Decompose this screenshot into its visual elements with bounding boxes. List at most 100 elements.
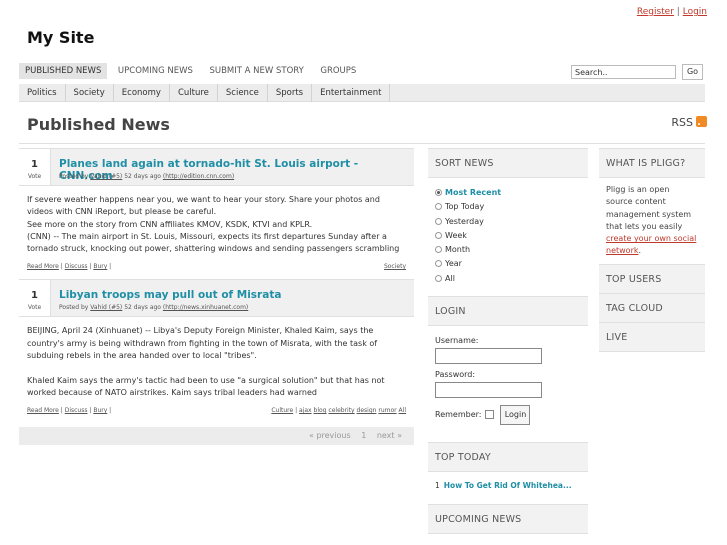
right-sidebar: WHAT IS PLIGG? Pligg is an open source c… (599, 148, 705, 352)
sort-most-recent[interactable]: Most Recent (435, 186, 581, 200)
previous-page-link[interactable]: « previous (309, 431, 351, 440)
login-button[interactable]: Login (500, 404, 531, 425)
next-page-link[interactable]: next » (377, 431, 402, 440)
story-header: 1 Vote Libyan troops may pull out of Mis… (19, 279, 414, 318)
nav-upcoming-news[interactable]: UPCOMING NEWS (112, 63, 199, 79)
page-title: Published News (27, 115, 170, 134)
meta-time: 52 days ago (124, 304, 161, 312)
category-society[interactable]: Society (66, 84, 114, 102)
tag-link[interactable]: blog (314, 407, 327, 414)
story: 1 Vote Planes land again at tornado-hit … (19, 148, 414, 277)
author-link[interactable]: Vahid (#5) (90, 173, 122, 180)
sort-week[interactable]: Week (435, 229, 581, 243)
story-paragraph: See more on the story from CNN affiliate… (27, 219, 313, 229)
create-social-network-link[interactable]: create your own social network (606, 234, 696, 255)
search-go-button[interactable]: Go (682, 64, 703, 80)
rss-icon (696, 116, 707, 127)
radio-icon (435, 274, 442, 282)
sort-year[interactable]: Year (435, 257, 581, 271)
register-link[interactable]: Register (637, 7, 674, 17)
sort-yesterday[interactable]: Yesterday (435, 215, 581, 229)
tag-link[interactable]: ajax (299, 407, 312, 414)
discuss-link[interactable]: Discuss (65, 407, 88, 414)
about-text: Pligg is an open source content manageme… (606, 185, 697, 256)
story-list: 1 Vote Planes land again at tornado-hit … (19, 148, 414, 446)
sort-news-title: SORT NEWS (428, 148, 588, 178)
tag-link[interactable]: celebrity (328, 407, 354, 414)
story-meta: Posted by Vahid (#5) 52 days ago (http:/… (59, 304, 248, 311)
story-body: BEIJING, April 24 (Xinhuanet) -- Libya's… (19, 317, 414, 399)
nav-groups[interactable]: GROUPS (314, 63, 362, 79)
username-label: Username: (435, 336, 479, 346)
tag-cloud-title[interactable]: TAG CLOUD (599, 292, 705, 323)
meta-prefix: Posted by (59, 304, 89, 312)
rss-link[interactable]: RSS (671, 116, 707, 129)
tag-link[interactable]: design (357, 407, 377, 414)
vote-count: 1 (31, 290, 38, 302)
story-title-link[interactable]: Libyan troops may pull out of Misrata (59, 289, 281, 301)
what-is-pligg-title: WHAT IS PLIGG? (599, 148, 705, 178)
rss-label: RSS (671, 116, 693, 129)
title-divider (19, 143, 705, 144)
story: 1 Vote Libyan troops may pull out of Mis… (19, 279, 414, 421)
story-meta: Posted by Vahid (#5) 52 days ago (http:/… (59, 173, 234, 180)
discuss-link[interactable]: Discuss (65, 263, 88, 270)
category-science[interactable]: Science (218, 84, 268, 102)
password-label: Password: (435, 370, 476, 380)
top-today-box: 1 How To Get Rid Of Whitehea... (428, 472, 588, 500)
source-link[interactable]: (http://edition.cnn.com) (163, 173, 234, 180)
remember-checkbox[interactable] (485, 410, 495, 420)
category-entertainment[interactable]: Entertainment (312, 84, 391, 102)
read-more-link[interactable]: Read More (27, 407, 59, 414)
username-field[interactable] (435, 348, 542, 365)
vote-label[interactable]: Vote (19, 304, 50, 311)
source-link[interactable]: (http://news.xinhuanet.com) (163, 304, 248, 311)
category-sports[interactable]: Sports (268, 84, 313, 102)
login-title: LOGIN (428, 296, 588, 327)
category-politics[interactable]: Politics (19, 84, 66, 102)
radio-icon (435, 203, 442, 211)
radio-icon (435, 189, 442, 196)
site-name[interactable]: My Site (27, 28, 94, 47)
read-more-link[interactable]: Read More (27, 263, 59, 270)
author-link[interactable]: Vahid (#5) (90, 304, 122, 311)
story-paragraph-spacer (27, 362, 406, 374)
nav-published-news[interactable]: PUBLISHED NEWS (19, 63, 108, 79)
top-links-separator: | (676, 7, 680, 17)
top-users-title[interactable]: TOP USERS (599, 263, 705, 294)
story-paragraph: Khaled Kaim says the army's tactic had b… (27, 375, 385, 397)
category-economy[interactable]: Economy (114, 84, 170, 102)
bury-link[interactable]: Bury (93, 263, 107, 270)
vote-box[interactable]: 1 Vote (19, 280, 51, 317)
sort-top-today[interactable]: Top Today (435, 200, 581, 214)
radio-icon (435, 231, 442, 239)
pagination: « previous 1 next » (19, 427, 414, 446)
remember-row: Remember: Login (435, 404, 581, 426)
bury-link[interactable]: Bury (93, 407, 107, 414)
live-title[interactable]: LIVE (599, 321, 705, 352)
radio-icon (435, 217, 442, 225)
vote-count: 1 (31, 159, 38, 170)
story-category-link[interactable]: Society (384, 263, 406, 270)
meta-time: 52 days ago (124, 173, 161, 180)
login-link[interactable]: Login (683, 7, 707, 17)
story-paragraph: BEIJING, April 24 (Xinhuanet) -- Libya's… (27, 326, 378, 361)
sort-all[interactable]: All (435, 272, 581, 286)
password-field[interactable] (435, 382, 542, 399)
tag-link[interactable]: Culture (271, 407, 293, 414)
story-footer: Read More | Discuss | Bury | Society (27, 263, 406, 271)
tag-link[interactable]: All (399, 407, 406, 414)
nav-submit-story[interactable]: SUBMIT A NEW STORY (203, 63, 309, 79)
category-bar: Politics Society Economy Culture Science Spor… (19, 84, 705, 102)
sort-month[interactable]: Month (435, 243, 581, 257)
top-links: Register | Login (637, 7, 707, 17)
search-input[interactable] (571, 65, 676, 79)
category-culture[interactable]: Culture (170, 84, 218, 102)
tag-link[interactable]: rumor (378, 407, 396, 414)
vote-box[interactable]: 1 Vote (19, 149, 51, 185)
upcoming-news-title: UPCOMING NEWS (428, 504, 588, 535)
top-today-title: TOP TODAY (428, 442, 588, 473)
vote-label[interactable]: Vote (19, 173, 50, 180)
sort-news-box: Most Recent Top Today Yesterday Week Mon… (428, 178, 588, 292)
top-today-item[interactable]: 1 How To Get Rid Of Whitehea... (435, 475, 581, 497)
